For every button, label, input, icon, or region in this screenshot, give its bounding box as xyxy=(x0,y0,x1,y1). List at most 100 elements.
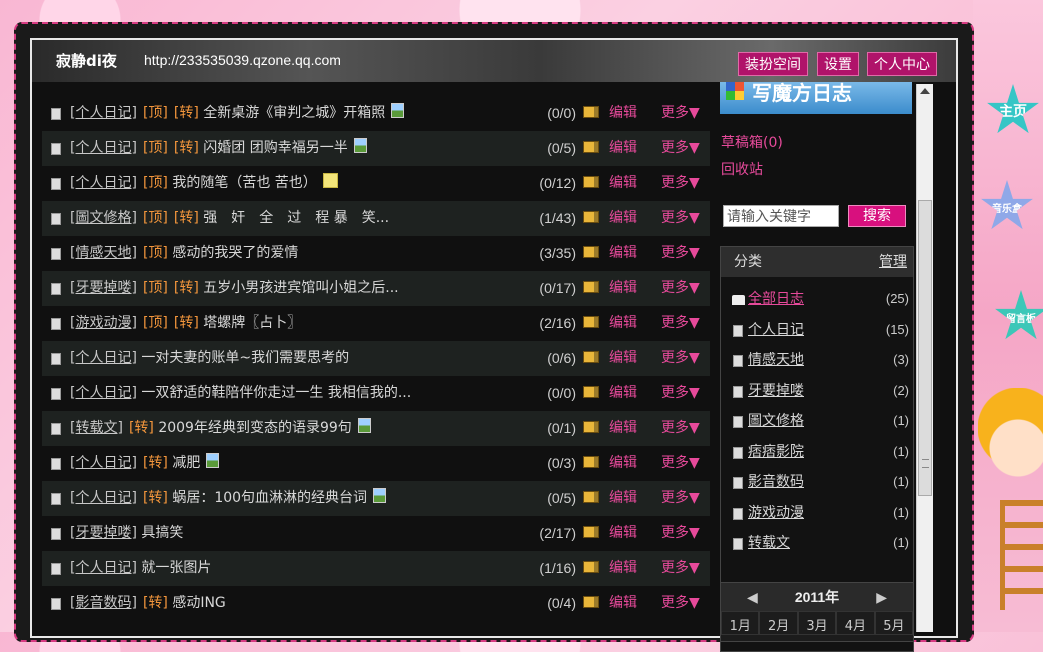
more-dropdown[interactable]: 更多▼ xyxy=(661,446,700,481)
edit-icon[interactable] xyxy=(583,456,599,468)
category-name-link[interactable]: 圖文修格 xyxy=(748,406,804,437)
blog-category-link[interactable]: [游戏动漫] xyxy=(70,315,137,331)
blog-title-link[interactable]: 感动ING xyxy=(172,595,225,611)
write-magic-diary-button[interactable]: 写魔方日志 xyxy=(720,82,912,114)
more-dropdown[interactable]: 更多▼ xyxy=(661,236,700,271)
more-dropdown[interactable]: 更多▼ xyxy=(661,166,700,201)
category-name-link[interactable]: 牙要掉喽 xyxy=(748,376,804,407)
edit-icon[interactable] xyxy=(583,351,599,363)
blog-category-link[interactable]: [个人日记] xyxy=(70,350,137,366)
settings-button[interactable]: 设置 xyxy=(817,52,859,76)
category-item[interactable]: 圖文修格 (1) xyxy=(721,406,913,437)
edit-icon[interactable] xyxy=(583,106,599,118)
blog-title-link[interactable]: 强 奸 全 过 程 暴 笑... xyxy=(203,210,389,226)
category-name-link[interactable]: 游戏动漫 xyxy=(748,498,804,529)
blog-title-link[interactable]: 2009年经典到变态的语录99句 xyxy=(158,420,351,436)
edit-icon[interactable] xyxy=(583,561,599,573)
blog-category-link[interactable]: [圖文修格] xyxy=(70,210,137,226)
decorate-space-button[interactable]: 装扮空间 xyxy=(738,52,808,76)
edit-link[interactable]: 编辑 xyxy=(609,411,637,446)
calendar-month-cell[interactable]: 1月 xyxy=(721,611,760,635)
more-dropdown[interactable]: 更多▼ xyxy=(661,516,700,551)
category-item[interactable]: 个人日记 (15) xyxy=(721,315,913,346)
more-dropdown[interactable]: 更多▼ xyxy=(661,411,700,446)
blog-title-link[interactable]: 塔螺牌〖占卜〗 xyxy=(203,315,301,331)
edit-icon[interactable] xyxy=(583,386,599,398)
blog-title-link[interactable]: 蜗居：100句血淋淋的经典台词 xyxy=(172,490,367,506)
edit-icon[interactable] xyxy=(583,316,599,328)
edit-link[interactable]: 编辑 xyxy=(609,306,637,341)
drafts-link[interactable]: 草稿箱(0) xyxy=(721,132,783,152)
blog-title-link[interactable]: 全新桌游《审判之城》开箱照 xyxy=(203,105,385,121)
calendar-month-cell[interactable]: 5月 xyxy=(874,611,914,635)
more-dropdown[interactable]: 更多▼ xyxy=(661,96,700,131)
blog-category-link[interactable]: [个人日记] xyxy=(70,455,137,471)
edit-icon[interactable] xyxy=(583,246,599,258)
category-name-link[interactable]: 影音数码 xyxy=(748,467,804,498)
edit-icon[interactable] xyxy=(583,176,599,188)
calendar-month-cell[interactable]: 2月 xyxy=(759,611,798,635)
personal-center-button[interactable]: 个人中心 xyxy=(867,52,937,76)
blog-category-link[interactable]: [个人日记] xyxy=(70,385,137,401)
category-name-link[interactable]: 全部日志 xyxy=(748,284,804,315)
blog-title-link[interactable]: 五岁小男孩进宾馆叫小姐之后... xyxy=(203,280,398,296)
blog-title-link[interactable]: 具搞笑 xyxy=(141,525,183,541)
more-dropdown[interactable]: 更多▼ xyxy=(661,586,700,621)
edit-icon[interactable] xyxy=(583,491,599,503)
edit-link[interactable]: 编辑 xyxy=(609,481,637,516)
category-item[interactable]: 情感天地 (3) xyxy=(721,345,913,376)
edit-link[interactable]: 编辑 xyxy=(609,516,637,551)
blog-category-link[interactable]: [影音数码] xyxy=(70,595,137,611)
blog-title-link[interactable]: 闪婚团 团购幸福另一半 xyxy=(203,140,347,156)
blog-category-link[interactable]: [情感天地] xyxy=(70,245,137,261)
more-dropdown[interactable]: 更多▼ xyxy=(661,271,700,306)
more-dropdown[interactable]: 更多▼ xyxy=(661,551,700,586)
edit-link[interactable]: 编辑 xyxy=(609,341,637,376)
edit-link[interactable]: 编辑 xyxy=(609,376,637,411)
category-name-link[interactable]: 个人日记 xyxy=(748,315,804,346)
more-dropdown[interactable]: 更多▼ xyxy=(661,376,700,411)
blog-title-link[interactable]: 一双舒适的鞋陪伴你走过一生 我相信我的... xyxy=(141,385,411,401)
blog-title-link[interactable]: 减肥 xyxy=(172,455,200,471)
more-dropdown[interactable]: 更多▼ xyxy=(661,341,700,376)
category-name-link[interactable]: 转载文 xyxy=(748,528,790,559)
calendar-next-button[interactable]: ▶ xyxy=(876,583,887,611)
more-dropdown[interactable]: 更多▼ xyxy=(661,131,700,166)
edit-link[interactable]: 编辑 xyxy=(609,271,637,306)
more-dropdown[interactable]: 更多▼ xyxy=(661,201,700,236)
edit-link[interactable]: 编辑 xyxy=(609,201,637,236)
category-item[interactable]: 痞痞影院 (1) xyxy=(721,437,913,468)
edit-icon[interactable] xyxy=(583,281,599,293)
blog-title-link[interactable]: 一对夫妻的账单~我们需要思考的 xyxy=(141,350,349,366)
edit-link[interactable]: 编辑 xyxy=(609,166,637,201)
blog-category-link[interactable]: [个人日记] xyxy=(70,560,137,576)
category-item[interactable]: 游戏动漫 (1) xyxy=(721,498,913,529)
edit-icon[interactable] xyxy=(583,141,599,153)
more-dropdown[interactable]: 更多▼ xyxy=(661,306,700,341)
blog-category-link[interactable]: [转载文] xyxy=(70,420,123,436)
category-item[interactable]: 牙要掉喽 (2) xyxy=(721,376,913,407)
category-name-link[interactable]: 情感天地 xyxy=(748,345,804,376)
calendar-prev-button[interactable]: ◀ xyxy=(747,583,758,611)
blog-title-link[interactable]: 感动的我哭了的爱情 xyxy=(172,245,298,261)
edit-link[interactable]: 编辑 xyxy=(609,586,637,621)
edit-link[interactable]: 编辑 xyxy=(609,446,637,481)
category-item[interactable]: 全部日志 (25) xyxy=(721,284,913,315)
search-button[interactable]: 搜索 xyxy=(848,205,906,227)
scroll-up-arrow-icon[interactable] xyxy=(920,88,930,94)
calendar-month-cell[interactable]: 3月 xyxy=(797,611,837,635)
blog-title-link[interactable]: 我的随笔（苦也 苦也） xyxy=(172,175,316,191)
blog-category-link[interactable]: [个人日记] xyxy=(70,140,137,156)
blog-category-link[interactable]: [个人日记] xyxy=(70,175,137,191)
site-title[interactable]: 寂静di夜 xyxy=(56,50,117,71)
edit-link[interactable]: 编辑 xyxy=(609,131,637,166)
calendar-month-cell[interactable]: 4月 xyxy=(836,611,875,635)
site-url[interactable]: http://233535039.qzone.qq.com xyxy=(144,52,341,68)
category-item[interactable]: 转载文 (1) xyxy=(721,528,913,559)
blog-category-link[interactable]: [牙要掉喽] xyxy=(70,280,137,296)
edit-icon[interactable] xyxy=(583,421,599,433)
scroll-thumb[interactable] xyxy=(918,200,932,496)
edit-link[interactable]: 编辑 xyxy=(609,96,637,131)
more-dropdown[interactable]: 更多▼ xyxy=(661,481,700,516)
edit-link[interactable]: 编辑 xyxy=(609,236,637,271)
